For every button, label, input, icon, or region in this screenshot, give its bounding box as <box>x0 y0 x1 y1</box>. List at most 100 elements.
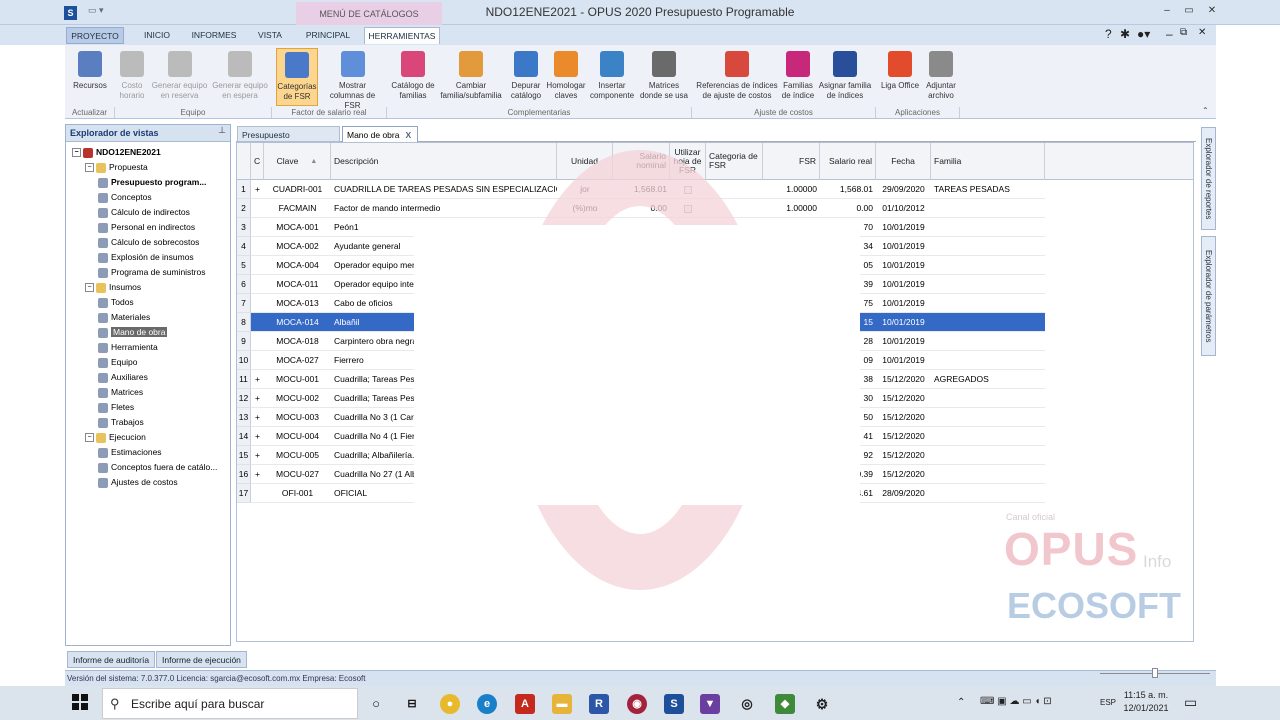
cell-clave[interactable]: MOCA-018 <box>264 332 331 351</box>
header-descripcion[interactable]: Descripción <box>331 143 557 180</box>
cell-c[interactable] <box>251 237 264 256</box>
cell-fecha[interactable]: 15/12/2020 <box>876 370 931 389</box>
tree-node[interactable]: − Propuesta <box>85 160 148 175</box>
close-icon[interactable]: ✕ <box>1205 4 1219 18</box>
tree-node[interactable]: Explosión de insumos <box>98 250 194 265</box>
language-indicator[interactable]: ESP <box>1100 698 1116 707</box>
ribbon-button-insert-component[interactable]: Insertar componente <box>588 48 636 106</box>
cell-c[interactable] <box>251 218 264 237</box>
cell-c[interactable] <box>251 294 264 313</box>
cell-clave[interactable]: OFI-001 <box>264 484 331 503</box>
cell-familia[interactable] <box>931 313 1045 332</box>
tree-node[interactable]: Conceptos <box>98 190 152 205</box>
row-number[interactable]: 10 <box>237 351 251 370</box>
collapse-icon[interactable]: − <box>85 283 94 293</box>
tab-inicio[interactable]: INICIO <box>134 27 180 44</box>
taskbar-search[interactable]: Escribe aquí para buscar <box>102 688 358 719</box>
tree-node[interactable]: − Ejecucion <box>85 430 146 445</box>
cell-fecha[interactable]: 10/01/2019 <box>876 332 931 351</box>
doc-tab-mano-obra[interactable]: Mano de obra X <box>342 126 418 142</box>
cell-clave[interactable]: MOCU-002 <box>264 389 331 408</box>
cell-familia[interactable] <box>931 427 1045 446</box>
cell-c[interactable]: + <box>251 389 264 408</box>
ribbon-button-matrices-usage[interactable]: Matrices donde se usa <box>638 48 690 106</box>
tree-node[interactable]: Conceptos fuera de catálo... <box>98 460 217 475</box>
windows-start-icon[interactable] <box>72 694 88 710</box>
doc-close-icon[interactable]: ✕ <box>1198 27 1206 38</box>
ribbon-button-equipment-reserve[interactable]: Generar equipo en reserva <box>148 48 211 106</box>
tree-node[interactable]: Auxiliares <box>98 370 148 385</box>
ribbon-button-assign-index-family[interactable]: Asignar familia de índices <box>816 48 874 106</box>
tray-icons[interactable]: ⌨ ▣ ☁ ▭ ◖ ⊡ <box>980 696 1052 707</box>
taskbar-clock[interactable]: 11:15 a. m. 12/01/2021 <box>1118 689 1174 715</box>
cell-clave[interactable]: MOCU-004 <box>264 427 331 446</box>
cell-c[interactable] <box>251 199 264 218</box>
header-c[interactable]: C <box>251 143 264 180</box>
ribbon-button-homologate-keys[interactable]: Homologar claves <box>545 48 587 106</box>
ribbon-button-resources[interactable]: Recursos <box>67 48 113 106</box>
cell-clave[interactable]: MOCA-011 <box>264 275 331 294</box>
row-number[interactable]: 8 <box>237 313 251 332</box>
tree-node[interactable]: Matrices <box>98 385 143 400</box>
row-number[interactable]: 5 <box>237 256 251 275</box>
cell-familia[interactable]: TAREAS PESADAS <box>931 180 1045 199</box>
tab-principal[interactable]: PRINCIPAL <box>300 27 356 44</box>
cell-familia[interactable] <box>931 275 1045 294</box>
cell-fecha[interactable]: 15/12/2020 <box>876 465 931 484</box>
cell-familia[interactable] <box>931 294 1045 313</box>
header-clave[interactable]: Clave ▲ <box>264 143 331 180</box>
cell-clave[interactable]: MOCA-001 <box>264 218 331 237</box>
tree-node[interactable]: Mano de obra <box>98 325 168 340</box>
chrome-icon[interactable]: ● <box>440 694 460 714</box>
notification-icon[interactable]: ▭ <box>1184 694 1197 711</box>
quick-access-icon[interactable]: ▭ ▾ <box>88 5 110 19</box>
cell-familia[interactable] <box>931 351 1045 370</box>
cell-c[interactable] <box>251 256 264 275</box>
cell-familia[interactable] <box>931 237 1045 256</box>
row-number[interactable]: 14 <box>237 427 251 446</box>
tree-node[interactable]: Ajustes de costos <box>98 475 178 490</box>
cell-clave[interactable]: MOCU-005 <box>264 446 331 465</box>
tray-chevron-icon[interactable]: ⌃ <box>957 697 965 708</box>
header-categoria[interactable]: Categoria de FSR <box>706 143 763 180</box>
cell-c[interactable] <box>251 275 264 294</box>
row-number[interactable]: 11 <box>237 370 251 389</box>
collapse-icon[interactable]: − <box>85 163 94 173</box>
cell-c[interactable]: + <box>251 446 264 465</box>
header-salario-real[interactable]: Salario real <box>820 143 876 180</box>
cell-fecha[interactable]: 10/01/2019 <box>876 351 931 370</box>
recorder-icon[interactable]: ◉ <box>627 694 647 714</box>
row-number[interactable]: 9 <box>237 332 251 351</box>
cell-fecha[interactable]: 15/12/2020 <box>876 446 931 465</box>
cell-fecha[interactable]: 10/01/2019 <box>876 237 931 256</box>
header-fsr[interactable]: FSR <box>763 143 820 180</box>
ribbon-button-fsr-columns[interactable]: Mostrar columnas de FSR <box>321 48 384 110</box>
doc-minimize-icon[interactable]: – <box>1166 27 1173 41</box>
row-number[interactable]: 2 <box>237 199 251 218</box>
cell-c[interactable] <box>251 332 264 351</box>
tree-node[interactable]: Personal en indirectos <box>98 220 195 235</box>
row-number[interactable]: 1 <box>237 180 251 199</box>
premiere-icon[interactable]: ▼ <box>700 694 720 714</box>
cell-fecha[interactable]: 10/01/2019 <box>876 313 931 332</box>
close-tab-icon[interactable]: X <box>405 130 411 140</box>
tree-node[interactable]: Todos <box>98 295 134 310</box>
cell-c[interactable]: + <box>251 427 264 446</box>
autocad-icon[interactable]: A <box>515 694 535 714</box>
tree-node[interactable]: Presupuesto program... <box>98 175 206 190</box>
cell-c[interactable]: + <box>251 370 264 389</box>
user-icon[interactable]: ●▾ <box>1137 27 1150 41</box>
cell-c[interactable] <box>251 484 264 503</box>
side-tab-parametros[interactable]: Explorador de parámetros <box>1201 236 1216 356</box>
cell-familia[interactable] <box>931 408 1045 427</box>
pin-icon[interactable]: ⊥ <box>218 125 226 136</box>
cell-clave[interactable]: MOCA-002 <box>264 237 331 256</box>
cell-fecha[interactable]: 10/01/2019 <box>876 294 931 313</box>
cell-real[interactable]: 0.00 <box>820 199 876 218</box>
cell-familia[interactable] <box>931 389 1045 408</box>
cell-clave[interactable]: MOCA-004 <box>264 256 331 275</box>
cell-fecha[interactable]: 01/10/2012 <box>876 199 931 218</box>
row-number[interactable]: 17 <box>237 484 251 503</box>
cell-c[interactable]: + <box>251 408 264 427</box>
cell-fsr[interactable]: 1.00000 <box>763 199 820 218</box>
